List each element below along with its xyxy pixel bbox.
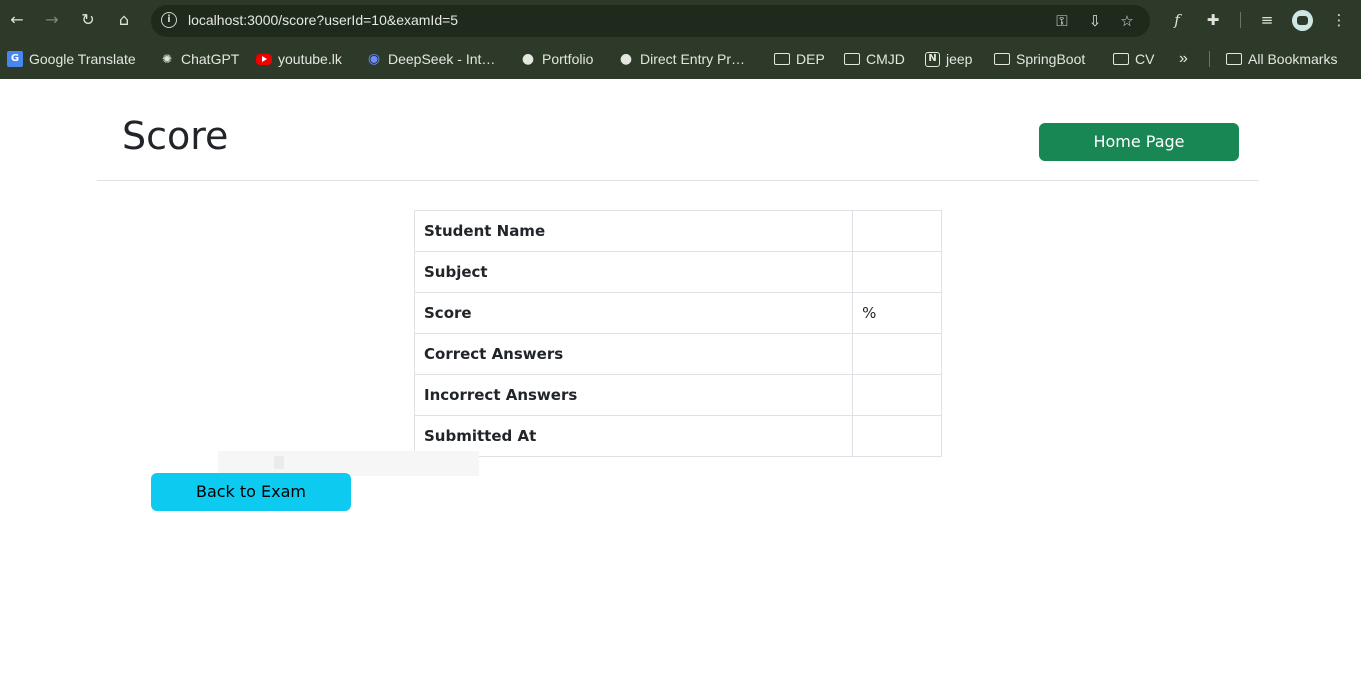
address-bar[interactable]: i localhost:3000/score?userId=10&examId=… — [151, 5, 1150, 37]
row-value-incorrect-answers — [852, 374, 942, 416]
table-row: Submitted At — [413, 415, 942, 457]
deepseek-icon: ◉ — [367, 51, 381, 67]
drag-ghost-icon — [274, 456, 284, 469]
row-value-correct-answers — [852, 333, 942, 375]
address-url[interactable]: localhost:3000/score?userId=10&examId=5 — [188, 12, 458, 28]
bookmark-folder-cv[interactable]: CV — [1113, 49, 1154, 69]
extensions-puzzle-icon[interactable]: ✚ — [1203, 10, 1223, 30]
bookmark-google-translate[interactable]: G Google Translate — [7, 49, 136, 69]
notion-icon: N — [925, 51, 940, 67]
google-translate-icon: G — [7, 51, 23, 67]
row-value-submitted-at — [852, 415, 942, 457]
table-row: Student Name — [413, 210, 942, 252]
bookmark-label: DeepSeek - Int… — [388, 51, 496, 67]
password-key-icon[interactable]: ⚿ — [1052, 11, 1072, 31]
table-row: Subject — [413, 251, 942, 293]
site-info-icon[interactable]: i — [161, 12, 177, 28]
bookmark-folder-dep[interactable]: DEP — [774, 49, 825, 69]
install-app-icon[interactable]: ⇩ — [1085, 11, 1105, 31]
all-bookmarks-button[interactable]: All Bookmarks — [1226, 49, 1337, 69]
youtube-icon — [256, 53, 272, 65]
bookmark-label: DEP — [796, 51, 825, 67]
row-value-student-name — [852, 210, 942, 252]
folder-icon — [1113, 53, 1129, 65]
table-row: Correct Answers — [413, 333, 942, 375]
page-title: Score — [122, 114, 229, 158]
home-icon[interactable]: ⌂ — [114, 10, 134, 30]
toolbar-divider — [1240, 12, 1241, 28]
more-bookmarks-button[interactable]: » — [1179, 49, 1188, 69]
bookmark-label: Portfolio — [542, 51, 594, 67]
menu-kebab-icon[interactable]: ⋮ — [1329, 10, 1349, 30]
more-bookmarks-chevron-icon: » — [1179, 50, 1188, 67]
bookmark-folder-springboot[interactable]: SpringBoot — [994, 49, 1085, 69]
folder-icon — [1226, 53, 1242, 65]
back-to-exam-button[interactable]: Back to Exam — [151, 473, 351, 511]
browser-toolbar: ← → ↻ ⌂ i localhost:3000/score?userId=10… — [0, 0, 1361, 40]
row-label-submitted-at: Submitted At — [413, 415, 854, 457]
score-table: Student Name Subject Score % Correct Ans… — [413, 210, 942, 457]
bookmark-star-icon[interactable]: ☆ — [1117, 11, 1137, 31]
bookmark-label: ChatGPT — [181, 51, 240, 67]
bookmark-youtube[interactable]: youtube.lk — [256, 49, 342, 69]
bookmark-deepseek[interactable]: ◉ DeepSeek - Int… — [366, 49, 496, 69]
row-value-subject — [852, 251, 942, 293]
reading-list-icon[interactable]: ≡ — [1257, 10, 1277, 30]
globe-icon: ● — [619, 51, 633, 67]
bookmark-label: Google Translate — [29, 51, 136, 67]
row-value-score: % — [852, 292, 942, 334]
bookmark-jeep[interactable]: N jeep — [925, 49, 972, 69]
table-row: Score % — [413, 292, 942, 334]
all-bookmarks-label: All Bookmarks — [1248, 51, 1338, 67]
folder-icon — [844, 53, 860, 65]
row-label-incorrect-answers: Incorrect Answers — [413, 374, 854, 416]
reload-icon[interactable]: ↻ — [78, 10, 98, 30]
bookmark-label: SpringBoot — [1016, 51, 1086, 67]
bookmark-direct-entry[interactable]: ● Direct Entry Pr… — [618, 49, 745, 69]
table-row: Incorrect Answers — [413, 374, 942, 416]
globe-icon: ● — [521, 51, 535, 67]
bookmark-label: youtube.lk — [278, 51, 342, 67]
home-page-button[interactable]: Home Page — [1039, 123, 1239, 161]
bookmark-label: CV — [1135, 51, 1155, 67]
forward-arrow-icon[interactable]: → — [42, 10, 62, 30]
chatgpt-icon: ✺ — [161, 52, 173, 66]
folder-icon — [774, 53, 790, 65]
row-label-score: Score — [413, 292, 854, 334]
bookmark-chatgpt[interactable]: ✺ ChatGPT — [159, 49, 239, 69]
bookmarks-divider — [1209, 51, 1210, 67]
bookmark-label: CMJD — [866, 51, 905, 67]
row-label-subject: Subject — [413, 251, 854, 293]
row-label-correct-answers: Correct Answers — [413, 333, 854, 375]
bookmark-label: Direct Entry Pr… — [640, 51, 746, 67]
back-arrow-icon[interactable]: ← — [7, 10, 27, 30]
formula-extension-icon[interactable]: f — [1167, 10, 1187, 30]
profile-avatar[interactable] — [1292, 10, 1313, 31]
bookmarks-bar: G Google Translate ✺ ChatGPT youtube.lk … — [0, 40, 1361, 79]
bookmark-label: jeep — [946, 51, 973, 67]
folder-icon — [994, 53, 1010, 65]
bookmark-portfolio[interactable]: ● Portfolio — [520, 49, 593, 69]
bookmark-folder-cmjd[interactable]: CMJD — [844, 49, 905, 69]
header-divider — [97, 180, 1259, 181]
row-label-student-name: Student Name — [413, 210, 854, 252]
